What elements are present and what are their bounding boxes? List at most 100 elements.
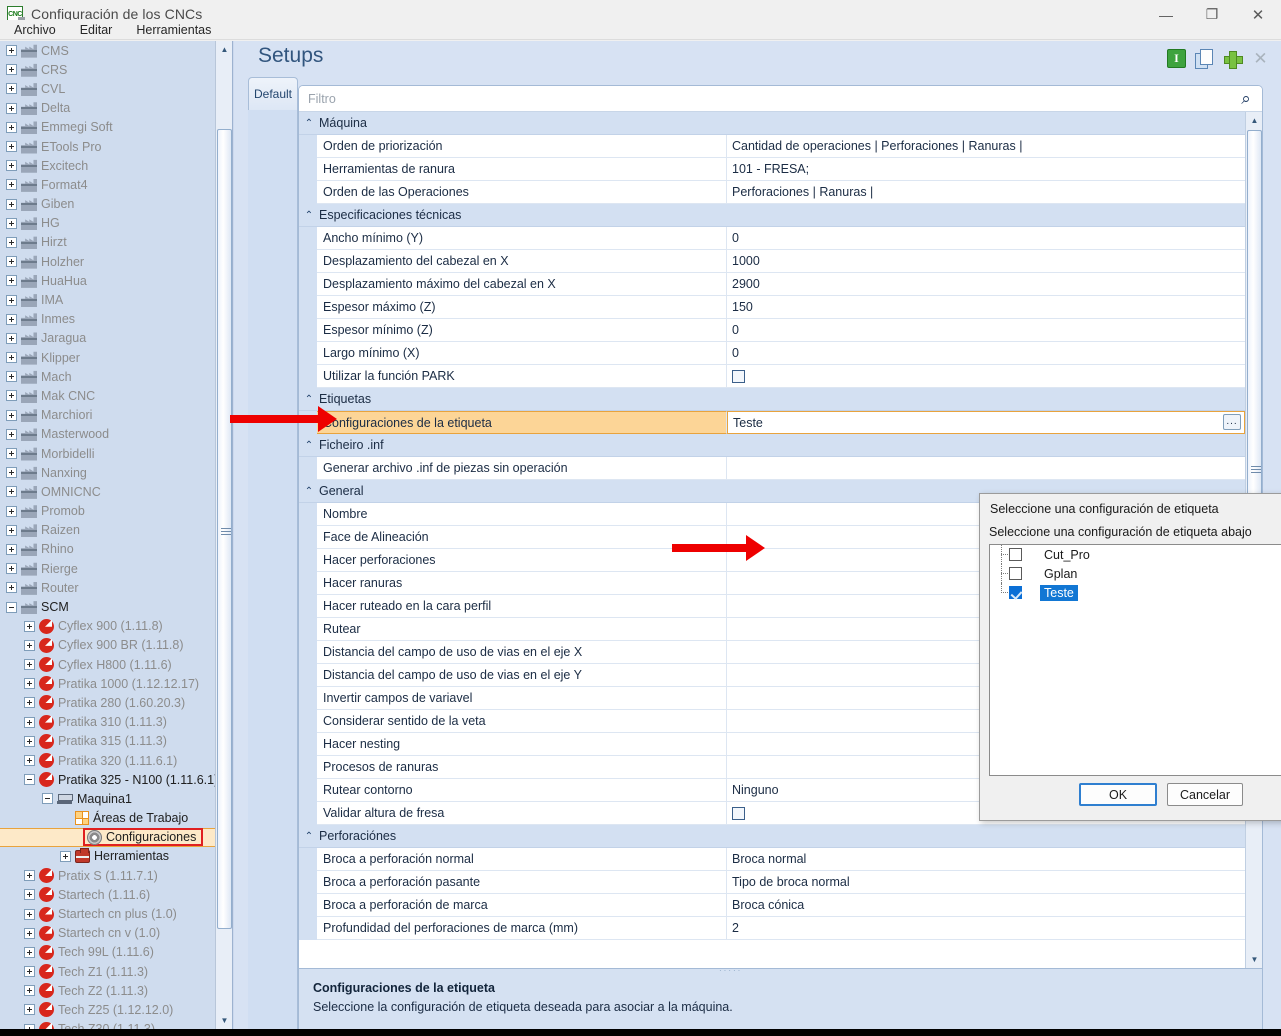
expand-icon[interactable] [6, 121, 17, 133]
tree-item[interactable]: Pratix S (1.11.7.1) [0, 866, 232, 885]
delete-icon[interactable]: ✕ [1251, 49, 1270, 68]
grid-scroll-up-icon[interactable]: ▲ [1246, 112, 1262, 129]
grid-scroll-down-icon[interactable]: ▼ [1246, 951, 1262, 968]
settings-row[interactable]: Orden de priorización Cantidad de operaci… [299, 135, 1245, 158]
expand-icon[interactable] [60, 850, 71, 862]
tree-item[interactable]: Mach [0, 367, 232, 386]
tree-item[interactable]: Delta [0, 99, 232, 118]
settings-row[interactable]: Herramientas de ranura 101 - FRESA; [299, 158, 1245, 181]
collapse-icon[interactable] [6, 601, 17, 613]
tree-item[interactable]: Morbidelli [0, 444, 232, 463]
tree-item[interactable]: Pratika 280 (1.60.20.3) [0, 693, 232, 712]
menu-item-editar[interactable]: Editar [70, 21, 123, 39]
tree-item[interactable]: SCM [0, 597, 232, 616]
checkbox[interactable] [732, 369, 745, 383]
settings-group-header[interactable]: ⌃ Ficheiro .inf [299, 434, 1245, 457]
chevron-up-icon[interactable]: ⌃ [299, 440, 319, 451]
checkbox-checked[interactable] [1009, 586, 1022, 599]
expand-icon[interactable] [6, 486, 17, 498]
expand-icon[interactable] [24, 755, 35, 767]
tree-item[interactable]: Router [0, 578, 232, 597]
expand-icon[interactable] [6, 217, 17, 229]
expand-icon[interactable] [6, 160, 17, 172]
settings-row-value[interactable]: Broca cónica [727, 894, 1245, 917]
expand-icon[interactable] [24, 870, 35, 882]
settings-row[interactable]: Espesor mínimo (Z) 0 [299, 319, 1245, 342]
tree-item[interactable]: Herramientas [0, 847, 232, 866]
tree-item[interactable]: Mak CNC [0, 386, 232, 405]
tree-item[interactable]: IMA [0, 290, 232, 309]
expand-icon[interactable] [24, 985, 35, 997]
expand-icon[interactable] [6, 313, 17, 325]
settings-row[interactable]: Ancho mínimo (Y) 0 [299, 227, 1245, 250]
tree-item[interactable]: Emmegi Soft [0, 118, 232, 137]
settings-row[interactable]: Espesor máximo (Z) 150 [299, 296, 1245, 319]
menu-item-herramientas[interactable]: Herramientas [126, 21, 221, 39]
tree-item-selected[interactable]: Configuraciones [0, 827, 232, 847]
settings-group-header[interactable]: ⌃ Especificaciones técnicas [299, 204, 1245, 227]
chevron-up-icon[interactable]: ⌃ [299, 118, 319, 129]
settings-row[interactable]: Desplazamiento máximo del cabezal en X 29… [299, 273, 1245, 296]
expand-icon[interactable] [6, 409, 17, 421]
tree-item[interactable]: Pratika 320 (1.11.6.1) [0, 751, 232, 770]
tree-item[interactable]: Pratika 1000 (1.12.12.17) [0, 674, 232, 693]
expand-icon[interactable] [6, 256, 17, 268]
expand-icon[interactable] [24, 716, 35, 728]
tree-scroll-up-icon[interactable]: ▲ [216, 41, 232, 58]
tree-item[interactable]: Raizen [0, 521, 232, 540]
settings-row[interactable]: Broca a perforación de marca Broca cónica [299, 894, 1245, 917]
tree-item[interactable]: Jaragua [0, 329, 232, 348]
collapse-icon[interactable] [42, 793, 53, 805]
ellipsis-button[interactable]: ... [1223, 414, 1241, 430]
settings-row-value[interactable]: 0 [727, 227, 1245, 250]
settings-row-value[interactable]: Teste... [727, 411, 1245, 434]
expand-icon[interactable] [6, 524, 17, 536]
expand-icon[interactable] [6, 352, 17, 364]
expand-icon[interactable] [6, 294, 17, 306]
expand-icon[interactable] [6, 45, 17, 57]
expand-icon[interactable] [24, 620, 35, 632]
expand-icon[interactable] [24, 966, 35, 978]
machine-tree[interactable]: CMS CRS CVL Delta Emmegi Soft ETools Pro Excit… [0, 41, 232, 1029]
cancel-button[interactable]: Cancelar [1167, 783, 1243, 806]
list-item[interactable]: Gplan [990, 564, 1281, 583]
expand-icon[interactable] [24, 889, 35, 901]
settings-row[interactable]: Desplazamiento del cabezal en X 1000 [299, 250, 1245, 273]
settings-row-highlighted[interactable]: Configuraciones de la etiqueta Teste... [299, 411, 1245, 434]
tree-item[interactable]: CVL [0, 79, 232, 98]
settings-row-value[interactable]: 0 [727, 319, 1245, 342]
info-icon[interactable]: I [1167, 49, 1186, 68]
tree-item[interactable]: CRS [0, 60, 232, 79]
tree-item[interactable]: Cyflex 900 (1.11.8) [0, 617, 232, 636]
splitter-grip[interactable]: ····· [719, 966, 753, 973]
settings-row-value[interactable]: 1000 [727, 250, 1245, 273]
tree-item[interactable]: Tech Z30 (1.11.3) [0, 1020, 232, 1029]
expand-icon[interactable] [6, 390, 17, 402]
settings-row-value[interactable]: 2900 [727, 273, 1245, 296]
settings-row-value[interactable]: 0 [727, 342, 1245, 365]
tree-item[interactable]: Pratika 325 - N100 (1.11.6.1) [0, 770, 232, 789]
expand-icon[interactable] [6, 141, 17, 153]
expand-icon[interactable] [24, 639, 35, 651]
expand-icon[interactable] [6, 505, 17, 517]
tree-scrollbar[interactable]: ▲ ▼ [215, 41, 232, 1029]
tree-item[interactable]: Nanxing [0, 463, 232, 482]
settings-group-header[interactable]: ⌃ Máquina [299, 112, 1245, 135]
chevron-up-icon[interactable]: ⌃ [299, 210, 319, 221]
expand-icon[interactable] [24, 697, 35, 709]
expand-icon[interactable] [6, 179, 17, 191]
expand-icon[interactable] [6, 371, 17, 383]
expand-icon[interactable] [6, 467, 17, 479]
expand-icon[interactable] [6, 83, 17, 95]
copy-icon[interactable] [1195, 49, 1214, 69]
expand-icon[interactable] [6, 448, 17, 460]
tree-item[interactable]: Maquina1 [0, 789, 232, 808]
checkbox[interactable] [732, 806, 745, 820]
checkbox[interactable] [1009, 548, 1022, 561]
tree-item[interactable]: Startech cn v (1.0) [0, 924, 232, 943]
chevron-up-icon[interactable]: ⌃ [299, 831, 319, 842]
search-icon[interactable]: ⌕ [1238, 89, 1254, 108]
tree-item[interactable]: HuaHua [0, 271, 232, 290]
tree-scroll-down-icon[interactable]: ▼ [216, 1012, 232, 1029]
tab-default[interactable]: Default [248, 77, 298, 110]
